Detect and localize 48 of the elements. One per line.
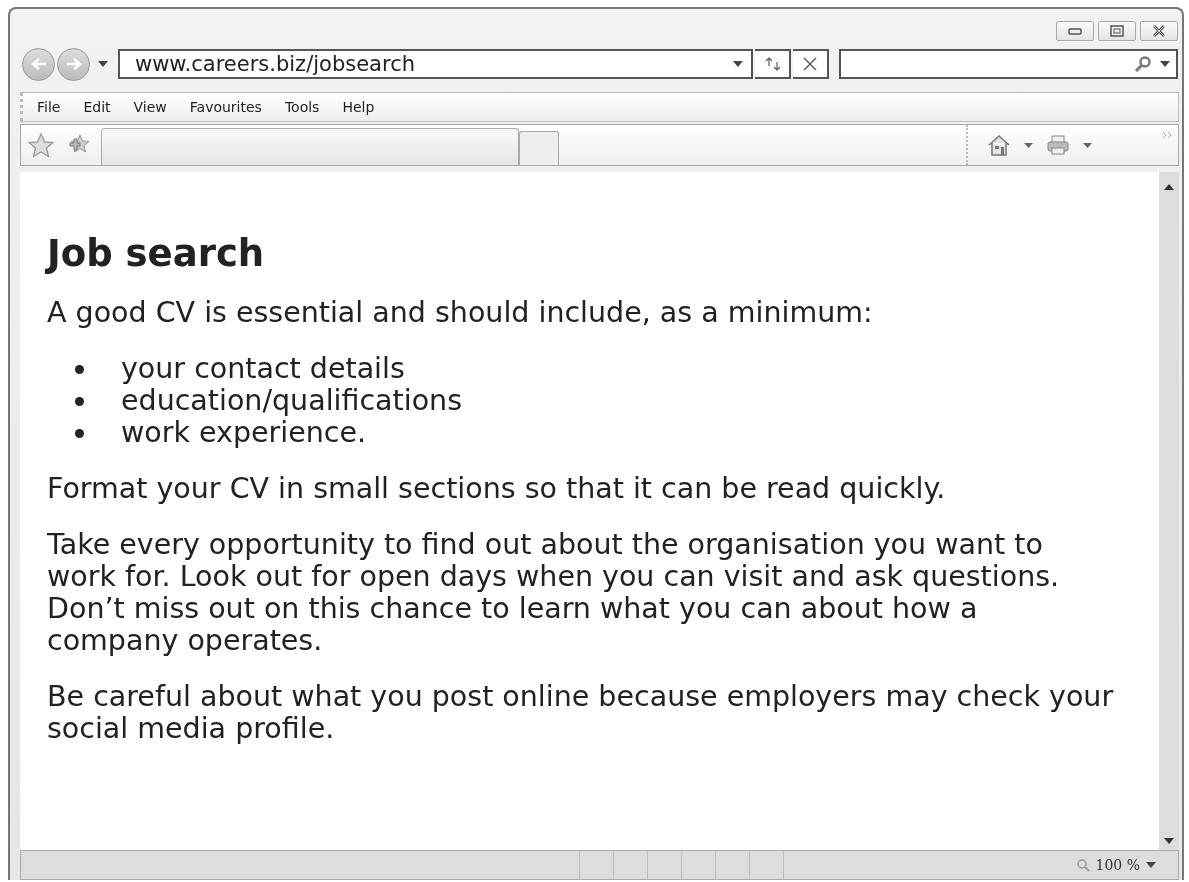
maximize-icon xyxy=(1109,25,1125,37)
menu-item[interactable]: Edit xyxy=(83,99,111,115)
list-item: your contact details xyxy=(121,353,405,385)
paragraph: Take every opportunity to find out about the organisation you want to work for. Look out for open days when you can visit and ask questions. Don’t miss out on this chance to learn what you can about how a company operates. xyxy=(47,529,1061,657)
printer-icon[interactable] xyxy=(1045,133,1071,157)
star-icon[interactable] xyxy=(27,132,55,158)
stop-button[interactable] xyxy=(793,49,829,79)
caret-icon[interactable] xyxy=(1160,61,1170,67)
menu-item[interactable]: Favourites xyxy=(189,99,262,115)
list-item: work experience. xyxy=(121,417,367,449)
search-field[interactable] xyxy=(839,49,1178,79)
close-icon xyxy=(1151,25,1167,37)
address-field[interactable]: www.careers.biz/jobsearch xyxy=(118,49,753,79)
close-button[interactable] xyxy=(1140,21,1178,41)
stop-icon xyxy=(802,56,818,72)
page-heading: Job search xyxy=(47,232,266,275)
home-icon[interactable] xyxy=(986,133,1012,157)
maximize-button[interactable] xyxy=(1098,21,1136,41)
caret-icon[interactable] xyxy=(1024,142,1033,148)
bullet-icon xyxy=(75,428,84,438)
scroll-up-icon[interactable] xyxy=(1164,184,1174,190)
list-item: education/qualifications xyxy=(121,385,462,417)
minimize-icon xyxy=(1067,26,1083,36)
chevron-icon[interactable] xyxy=(1162,131,1174,139)
caret-icon[interactable] xyxy=(1083,142,1092,148)
forward-button[interactable] xyxy=(57,47,90,81)
menu-item[interactable]: File xyxy=(37,99,61,115)
paragraph: Format your CV in small sections so that it can be read quickly. xyxy=(47,473,947,505)
refresh-button[interactable] xyxy=(755,49,791,79)
magnifier-icon xyxy=(1075,858,1090,872)
minimize-button[interactable] xyxy=(1056,21,1094,41)
scroll-down-icon[interactable] xyxy=(1164,838,1174,844)
back-button[interactable] xyxy=(22,47,55,81)
refresh-icon xyxy=(763,56,781,72)
bullet-icon xyxy=(75,364,84,374)
paragraph: A good CV is essential and should include, as a minimum: xyxy=(47,297,874,329)
caret-icon[interactable] xyxy=(98,61,108,67)
paragraph: Be careful about what you post online because employers may check your social media profile. xyxy=(47,681,1115,745)
menu-item[interactable]: Help xyxy=(342,99,375,115)
search-icon[interactable] xyxy=(1134,56,1152,72)
menu-item[interactable]: Tools xyxy=(284,99,320,115)
scrollbar[interactable] xyxy=(1159,172,1179,850)
menu-item[interactable]: View xyxy=(133,99,167,115)
caret-icon[interactable] xyxy=(733,61,743,67)
zoom-level[interactable]: 100 % xyxy=(1095,857,1140,873)
bullet-icon xyxy=(75,396,84,406)
caret-icon[interactable] xyxy=(1146,862,1156,868)
url-text: www.careers.biz/jobsearch xyxy=(120,51,733,77)
